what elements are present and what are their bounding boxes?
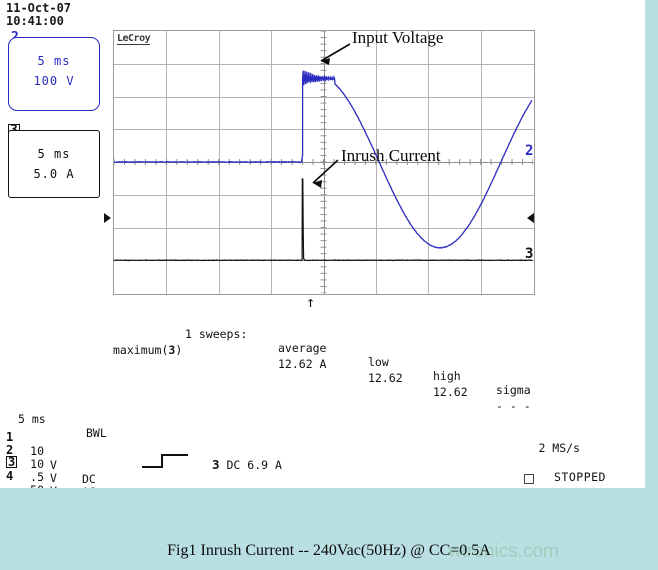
- settings-ch2-coupling: AC: [82, 485, 96, 488]
- settings-ch2-unit: V: [50, 471, 57, 485]
- settings-bwl-header: BWL: [86, 426, 107, 440]
- channel-2-descriptor-box[interactable]: 5 ms 100 V: [8, 37, 100, 111]
- trigger-coupling: DC: [226, 458, 241, 472]
- measurement-sigma-value: - - -: [496, 399, 531, 413]
- trigger-position-arrow-icon: ↑: [306, 293, 316, 311]
- measurement-name: maximum(3): [113, 343, 182, 357]
- settings-ch3-unit: V: [50, 484, 57, 488]
- acquisition-status: STOPPED: [554, 470, 606, 484]
- waveform-traces: [114, 31, 533, 293]
- annotation-input-voltage: Input Voltage: [352, 28, 444, 47]
- channel-3-timebase: 5 ms: [37, 147, 71, 161]
- trigger-source: 3: [212, 457, 220, 472]
- settings-row-ch3[interactable]: 3 .5 V DC ù: [6, 442, 57, 488]
- measurement-col-sigma: sigma: [496, 383, 531, 397]
- channel-2-trace-marker: 2: [525, 143, 534, 159]
- sample-rate-readout: 2 MS/s: [538, 441, 580, 455]
- trigger-description[interactable]: 3 DC 6.9 A: [212, 457, 282, 472]
- settings-header-row: 5 ms BWL: [6, 398, 107, 440]
- figure-caption: Fig1 Inrush Current -- 240Vac(50Hz) @ CC…: [167, 542, 491, 559]
- measurement-header-row: 1 sweeps: average low high sigma: [113, 313, 543, 397]
- settings-ch1-coupling: DC: [82, 472, 96, 486]
- settings-ch4-number: 4: [6, 469, 14, 483]
- annotation-inrush-current: Inrush Current: [341, 146, 441, 165]
- settings-row-ch1[interactable]: 1 10 V DC: [6, 416, 96, 486]
- measurement-row: maximum(3) 12.62 A 12.62 12.62 - - -: [113, 329, 543, 413]
- settings-ch4-value: 50: [18, 483, 44, 488]
- left-trigger-marker-icon: [104, 213, 111, 223]
- trigger-level: 6.9 A: [247, 458, 282, 472]
- settings-row-ch4[interactable]: 4 50 mV AC: [6, 455, 48, 488]
- measurement-table: 1 sweeps: average low high sigma maximum…: [113, 313, 543, 413]
- status-indicator-box-icon[interactable]: [524, 474, 534, 484]
- channel-3-descriptor-box[interactable]: 5 ms 5.0 A: [8, 130, 100, 198]
- measurement-name-close: ): [175, 343, 183, 357]
- lecroy-logo: LeCroy: [117, 33, 151, 45]
- channel-3-trace-marker: 3: [525, 246, 534, 262]
- oscilloscope-screen: 11-Oct-07 10:41:00 2 5 ms 100 V 3 5 ms 5…: [0, 0, 645, 488]
- measurement-col-high: high: [433, 369, 461, 383]
- channel-settings-panel: 5 ms BWL 1 10 V DC 2 10 V AC ù 3 .5 V DC…: [6, 398, 107, 488]
- right-trigger-marker-icon: [527, 213, 534, 223]
- date-text: 11-Oct-07: [6, 1, 72, 15]
- measurement-low-value: 12.62: [368, 371, 403, 385]
- settings-ch1-unit: V: [50, 458, 57, 472]
- measurement-col-low: low: [368, 355, 389, 369]
- channel-2-scale: 100 V: [33, 74, 75, 88]
- measurement-high-value: 12.62: [433, 385, 468, 399]
- trigger-edge-rising-icon: [142, 454, 188, 468]
- waveform-graticule[interactable]: LeCroy: [113, 30, 535, 295]
- channel-2-timebase: 5 ms: [37, 54, 71, 68]
- measurement-name-text: maximum(: [113, 343, 169, 357]
- time-text: 10:41:00: [6, 14, 64, 28]
- settings-row-ch2[interactable]: 2 10 V AC ù: [6, 429, 96, 488]
- channel-3-scale: 5.0 A: [33, 167, 75, 181]
- measurement-average-value: 12.62 A: [278, 357, 327, 371]
- datetime-readout: 11-Oct-07 10:41:00: [6, 2, 71, 28]
